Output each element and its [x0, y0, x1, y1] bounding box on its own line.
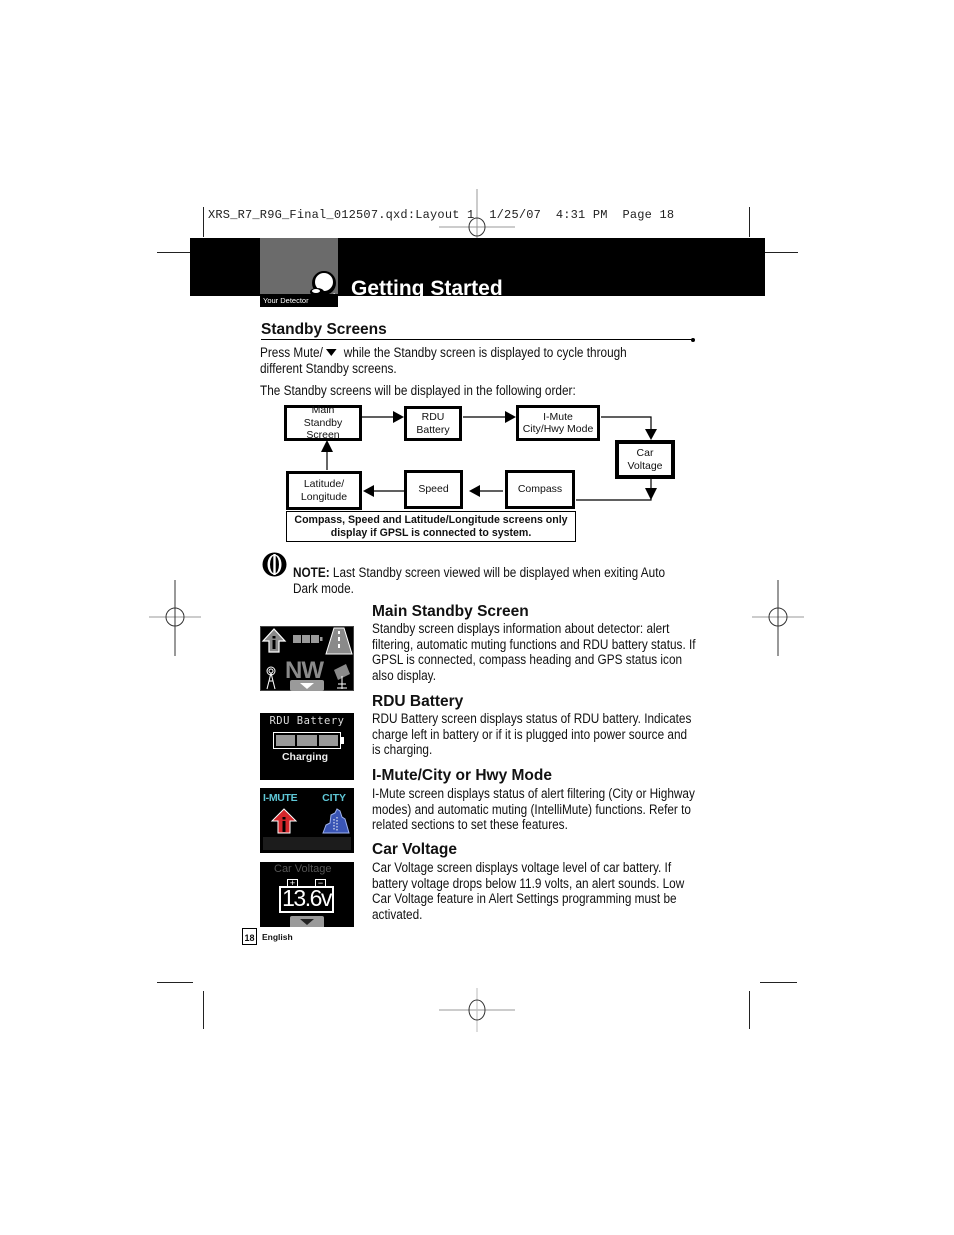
imute-label: I-MUTE	[263, 792, 298, 804]
intro-text-start: Press Mute/	[260, 345, 323, 360]
note-label: NOTE:	[293, 565, 330, 580]
imute-screen-image: I-MUTE CITY	[260, 788, 354, 853]
imute-heading: I-Mute/City or Hwy Mode	[372, 767, 552, 784]
flow-node-compass: Compass	[505, 470, 575, 509]
crop-mark	[157, 252, 190, 254]
note-paragraph: NOTE: Last Standby screen viewed will be…	[293, 565, 689, 596]
battery-segment	[297, 735, 317, 746]
note-icon	[262, 552, 287, 577]
battery-terminal	[341, 737, 344, 744]
charging-status: Charging	[281, 751, 329, 763]
city-label: CITY	[322, 792, 346, 804]
crop-mark	[203, 991, 205, 1029]
rdu-battery-heading: RDU Battery	[372, 693, 464, 710]
registration-mark-bottom	[439, 988, 515, 1032]
car-voltage-screen-image: Car Voltage + − 13.6v	[260, 862, 354, 927]
note-body: Last Standby screen viewed will be displ…	[293, 565, 666, 596]
down-triangle-icon	[326, 349, 337, 357]
rdu-battery-screen-image: RDU Battery Charging	[260, 713, 354, 780]
down-arrow-icon	[300, 919, 314, 925]
registration-mark-right	[752, 580, 804, 656]
footer-language: English	[262, 932, 293, 942]
arrow-head	[393, 411, 404, 423]
arrow-head	[363, 485, 374, 497]
city-skyline-icon	[322, 808, 350, 834]
main-standby-screen-image: NW	[260, 626, 354, 691]
flow-node-speed: Speed	[404, 470, 463, 509]
arrow-head	[469, 485, 480, 497]
main-standby-description: Standby screen displays information abou…	[372, 621, 696, 683]
flow-node-imute: I-Mute City/Hwy Mode	[516, 405, 600, 441]
flow-node-main-standby: Main Standby Screen	[284, 404, 362, 441]
flowchart-footnote: Compass, Speed and Latitude/Longitude sc…	[286, 511, 576, 542]
crop-mark	[749, 207, 751, 237]
scroll-down-tab	[290, 916, 324, 927]
arrow-head	[321, 440, 333, 452]
flow-node-rdu-battery: RDU Battery	[404, 406, 462, 441]
section-divider	[261, 339, 693, 341]
main-standby-display: NW	[260, 626, 354, 691]
car-voltage-label: Car Voltage	[274, 863, 332, 875]
car-voltage-description: Car Voltage screen displays voltage leve…	[372, 860, 685, 922]
flow-node-car-voltage: Car Voltage	[615, 440, 675, 479]
compass-heading: NW	[285, 657, 324, 684]
imute-red-arrow-icon	[270, 808, 298, 834]
battery-icon	[293, 635, 323, 643]
car-voltage-heading: Car Voltage	[372, 841, 457, 858]
arrow-head	[505, 411, 516, 423]
voltage-value: 13.6v	[282, 885, 332, 911]
crop-mark	[157, 982, 193, 984]
battery-segment	[276, 735, 296, 746]
chapter-title: Getting Started	[351, 277, 503, 296]
registration-mark-left	[149, 580, 201, 656]
status-bar	[263, 837, 351, 850]
page-number: 18	[242, 928, 257, 945]
battery-gauge	[273, 732, 341, 749]
crop-mark	[760, 982, 797, 984]
crop-mark	[765, 252, 798, 254]
battery-segment	[318, 735, 338, 746]
imute-description: I-Mute screen displays status of alert f…	[372, 786, 695, 833]
section-heading: Standby Screens	[261, 321, 387, 338]
flow-node-latitude-longitude: Latitude/ Longitude	[286, 471, 362, 510]
scroll-down-tab	[290, 680, 324, 691]
order-paragraph: The Standby screens will be displayed in…	[260, 383, 576, 398]
main-standby-heading: Main Standby Screen	[372, 603, 529, 620]
divider-dot	[691, 338, 695, 342]
arrow-head	[645, 488, 657, 500]
rdu-screen-label: RDU Battery	[269, 715, 345, 727]
intro-paragraph: Press Mute/ while the Standby screen is …	[260, 345, 654, 376]
section-tab-label: Your Detector	[260, 294, 338, 307]
crop-mark	[749, 991, 751, 1029]
rdu-battery-description: RDU Battery screen displays status of RD…	[372, 711, 692, 758]
arrow-head	[645, 429, 657, 440]
crop-mark	[203, 207, 205, 237]
